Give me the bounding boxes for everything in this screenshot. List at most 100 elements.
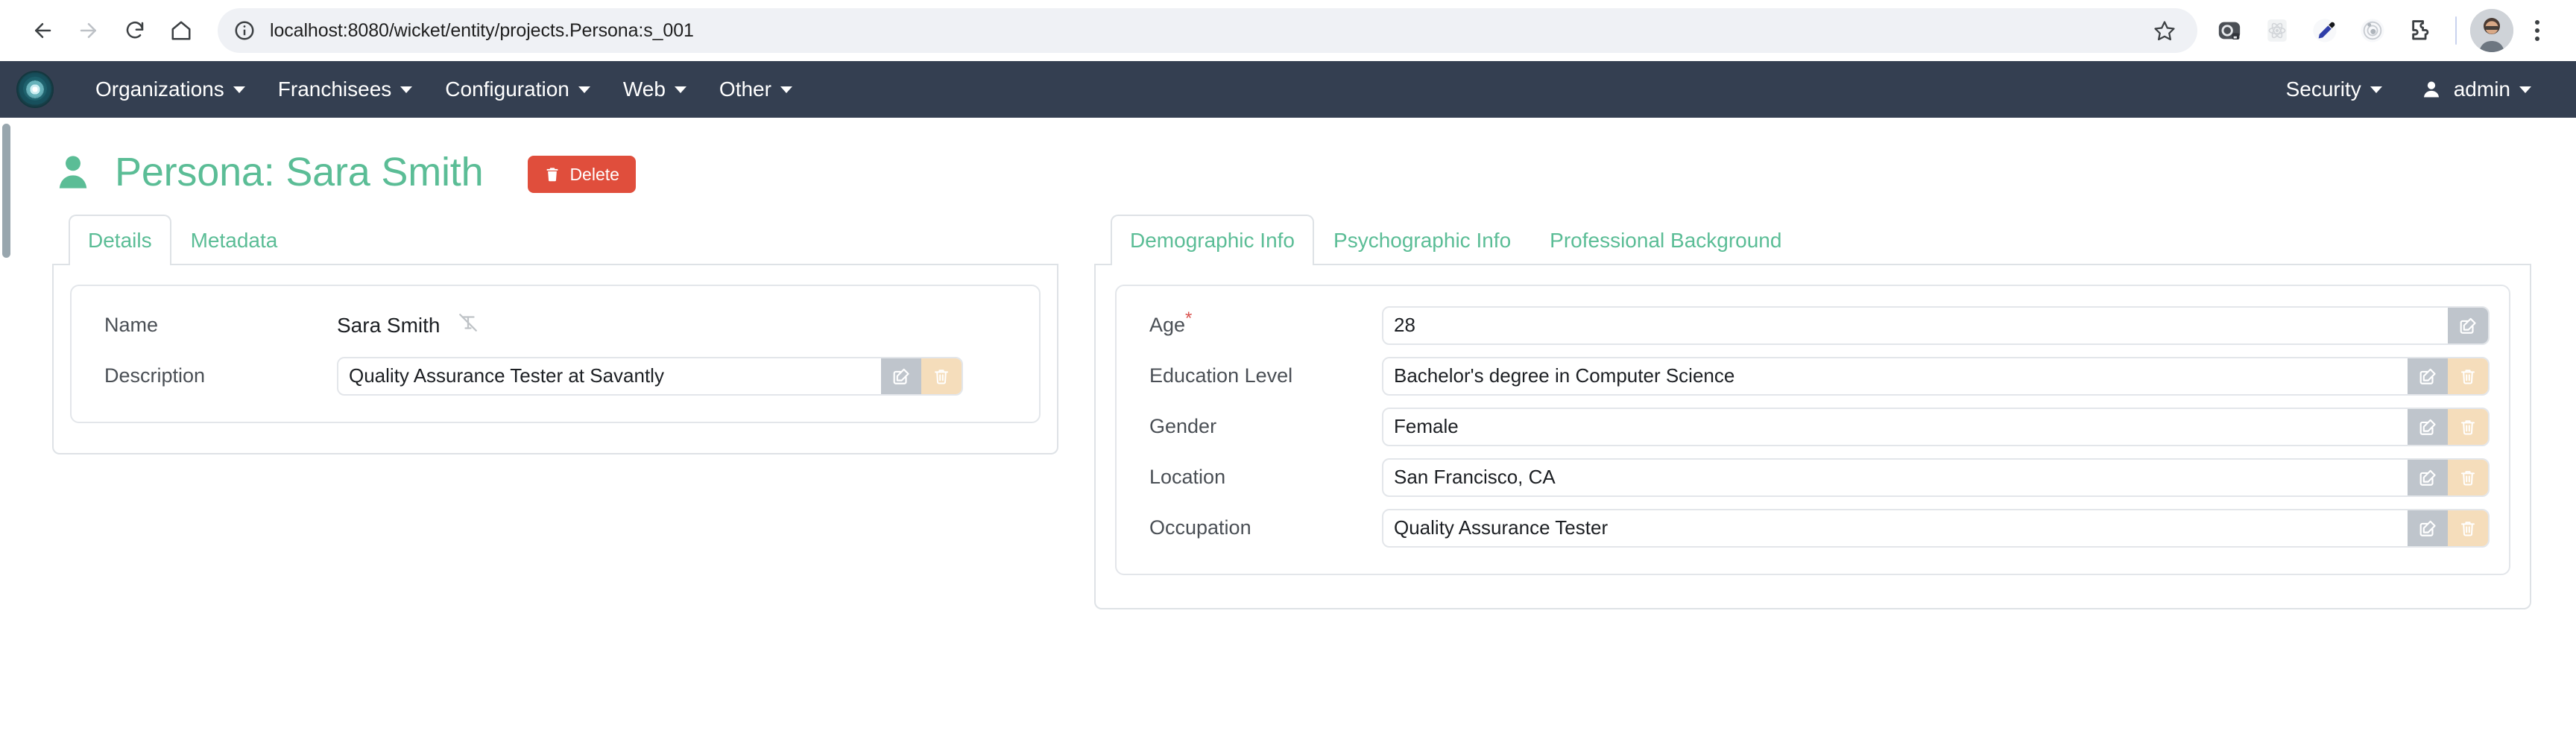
star-icon (2154, 21, 2175, 41)
url-text: localhost:8080/wicket/entity/projects.Pe… (270, 19, 694, 41)
nav-item-label: Organizations (95, 77, 224, 101)
chevron-down-icon (578, 86, 590, 93)
nav-item-security[interactable]: Security (2267, 70, 2402, 109)
field-label-occupation: Occupation (1149, 516, 1251, 539)
brand-logo-icon[interactable] (16, 71, 54, 108)
nav-item-other[interactable]: Other (703, 70, 809, 109)
user-label: admin (2453, 77, 2510, 101)
kebab-dot (2535, 20, 2539, 25)
nav-item-label: Other (719, 77, 771, 101)
trash-icon (935, 369, 948, 384)
edit-description-button[interactable] (881, 358, 921, 394)
field-row-location: Location San Francisco, CA (1136, 454, 2490, 501)
nav-item-user[interactable]: admin (2402, 70, 2551, 109)
chevron-down-icon (233, 86, 245, 93)
field-value-gender: Female (1394, 415, 1459, 438)
details-card: Name Sara Smith Description Quality Assu… (70, 284, 1041, 423)
toolbar-divider (2455, 16, 2457, 45)
nav-item-configuration[interactable]: Configuration (429, 70, 607, 109)
page-header: Persona: Sara Smith Delete (45, 118, 2531, 215)
nav-item-organizations[interactable]: Organizations (79, 70, 262, 109)
field-group-description[interactable]: Quality Assurance Tester at Savantly (337, 356, 963, 396)
reload-icon (126, 21, 144, 39)
field-group-education-level[interactable]: Bachelor's degree in Computer Science (1382, 356, 2490, 396)
delete-gender-button[interactable] (2448, 408, 2488, 445)
page-title: Persona: Sara Smith (115, 150, 484, 194)
tab-demographic-info[interactable]: Demographic Info (1111, 215, 1315, 265)
puzzle-piece-icon[interactable] (2399, 9, 2442, 52)
avatar-photo-icon (2470, 9, 2513, 52)
back-button[interactable] (19, 7, 66, 54)
scrollbar-thumb[interactable] (2, 124, 10, 258)
trash-icon (547, 168, 558, 182)
pencil-square-icon (893, 368, 909, 384)
edit-location-button[interactable] (2408, 459, 2448, 495)
delete-location-button[interactable] (2448, 459, 2488, 495)
delete-education-level-button[interactable] (2448, 358, 2488, 394)
tab-metadata[interactable]: Metadata (171, 215, 297, 265)
left-column: Details Metadata Name Sara Smith Descrip… (52, 215, 1058, 454)
user-icon (2421, 79, 2442, 100)
field-row-description: Description Quality Assurance Tester at … (91, 353, 1020, 399)
kebab-dot (2535, 28, 2539, 33)
chevron-down-icon (400, 86, 413, 93)
chevron-down-icon (674, 86, 686, 93)
trash-icon (2461, 470, 2475, 486)
avatar[interactable] (2470, 9, 2513, 52)
tab-details[interactable]: Details (69, 215, 171, 265)
nav-item-franchisees[interactable]: Franchisees (262, 70, 429, 109)
home-icon (171, 21, 191, 40)
delete-description-button[interactable] (921, 358, 962, 394)
tab-psychographic-info[interactable]: Psychographic Info (1314, 215, 1530, 265)
nav-item-web[interactable]: Web (607, 70, 703, 109)
field-row-occupation: Occupation Quality Assurance Tester (1136, 505, 2490, 551)
left-tab-bar: Details Metadata (52, 215, 1058, 265)
left-tab-panel: Name Sara Smith Description Quality Assu… (52, 264, 1058, 454)
browser-menu-button[interactable] (2518, 9, 2557, 52)
pencil-square-icon (2419, 368, 2436, 384)
edit-age-button[interactable] (2448, 307, 2488, 343)
edit-education-level-button[interactable] (2408, 358, 2448, 394)
home-button[interactable] (158, 7, 204, 54)
content-columns: Details Metadata Name Sara Smith Descrip… (45, 215, 2531, 609)
field-label-education-level: Education Level (1149, 364, 1293, 387)
delete-occupation-button[interactable] (2448, 510, 2488, 546)
tab-professional-background[interactable]: Professional Background (1530, 215, 1801, 265)
forward-arrow-icon (80, 23, 96, 38)
field-label-description: Description (104, 364, 206, 387)
trash-icon (2461, 419, 2475, 435)
field-value-education-level: Bachelor's degree in Computer Science (1394, 364, 1735, 387)
forward-button[interactable] (66, 7, 112, 54)
field-label-location: Location (1149, 466, 1226, 489)
kebab-dot (2535, 37, 2539, 41)
pencil-square-icon (2419, 419, 2436, 435)
chevron-down-icon (780, 86, 792, 93)
field-label-age: Age* (1136, 310, 1382, 337)
right-column: Demographic Info Psychographic Info Prof… (1094, 215, 2531, 609)
right-tab-panel: Age* 28 Education Level Bachelor's degre… (1094, 264, 2531, 609)
page-content: Persona: Sara Smith Delete Details Metad… (0, 118, 2576, 609)
extensions-tray (2208, 9, 2557, 52)
bookmark-button[interactable] (2147, 13, 2182, 48)
react-devtools-icon[interactable] (2255, 9, 2299, 52)
site-info-icon[interactable] (231, 17, 258, 44)
field-group-occupation[interactable]: Quality Assurance Tester (1382, 508, 2490, 548)
field-group-age[interactable]: 28 (1382, 305, 2490, 345)
orbit-icon[interactable] (2351, 9, 2394, 52)
reload-button[interactable] (112, 7, 158, 54)
screen-recorder-icon[interactable] (2208, 9, 2251, 52)
field-value-description: Quality Assurance Tester at Savantly (349, 364, 664, 387)
edit-gender-button[interactable] (2408, 408, 2448, 445)
edit-occupation-button[interactable] (2408, 510, 2448, 546)
page-scrollbar[interactable] (0, 122, 12, 751)
field-row-name: Name Sara Smith (91, 302, 1020, 349)
address-bar[interactable]: localhost:8080/wicket/entity/projects.Pe… (218, 8, 2197, 53)
color-picker-icon[interactable] (2303, 9, 2346, 52)
required-asterisk: * (1185, 308, 1193, 329)
field-group-location[interactable]: San Francisco, CA (1382, 457, 2490, 497)
delete-persona-button[interactable]: Delete (528, 156, 636, 193)
trash-icon (2461, 369, 2475, 384)
field-group-gender[interactable]: Female (1382, 407, 2490, 446)
chevron-down-icon (2370, 86, 2382, 93)
field-row-education-level: Education Level Bachelor's degree in Com… (1136, 353, 2490, 399)
